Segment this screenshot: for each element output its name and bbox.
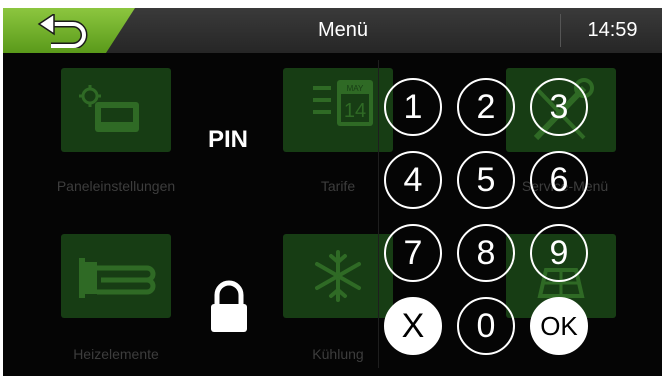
heating-element-icon	[79, 258, 156, 298]
ok-button[interactable]: OK	[530, 297, 588, 355]
keypad-divider	[378, 60, 379, 368]
calendar-icon: MAY 14	[313, 80, 373, 126]
tile-panel-settings[interactable]	[61, 68, 171, 152]
calendar-icon-day: 14	[344, 100, 366, 122]
key-3[interactable]: 3	[530, 78, 588, 136]
key-5[interactable]: 5	[457, 151, 515, 209]
key-1[interactable]: 1	[384, 78, 442, 136]
tile-heating-elements[interactable]	[61, 234, 171, 318]
back-button[interactable]	[3, 8, 135, 53]
key-8[interactable]: 8	[457, 224, 515, 282]
tile-label-tariffs: Tarife	[320, 178, 356, 194]
key-6[interactable]: 6	[530, 151, 588, 209]
key-2[interactable]: 2	[457, 78, 515, 136]
tile-tariffs[interactable]: MAY 14	[283, 68, 393, 152]
calendar-icon-month: MAY	[347, 84, 364, 93]
clock: 14:59	[587, 19, 638, 41]
header-bar: Menü 14:59	[3, 8, 662, 53]
snowflake-icon	[315, 250, 361, 302]
clear-button[interactable]: X	[384, 297, 442, 355]
key-9[interactable]: 9	[530, 224, 588, 282]
tile-label-cooling: Kühlung	[312, 346, 364, 362]
panel-settings-icon	[79, 85, 139, 132]
header-divider	[560, 14, 561, 47]
tile-label-panel-settings: Paneleinstellungen	[56, 178, 176, 194]
pin-label: PIN	[208, 126, 249, 153]
page-title: Menü	[317, 19, 369, 41]
screen: Menü 14:59 Paneleinstellungen MAY 14 Tar…	[3, 8, 662, 376]
tile-label-heating-elements: Heizelemente	[73, 346, 159, 362]
key-0[interactable]: 0	[457, 297, 515, 355]
tile-cooling[interactable]	[283, 234, 393, 318]
key-7[interactable]: 7	[384, 224, 442, 282]
back-arrow-icon	[37, 14, 88, 48]
key-4[interactable]: 4	[384, 151, 442, 209]
lock-icon	[211, 280, 247, 332]
